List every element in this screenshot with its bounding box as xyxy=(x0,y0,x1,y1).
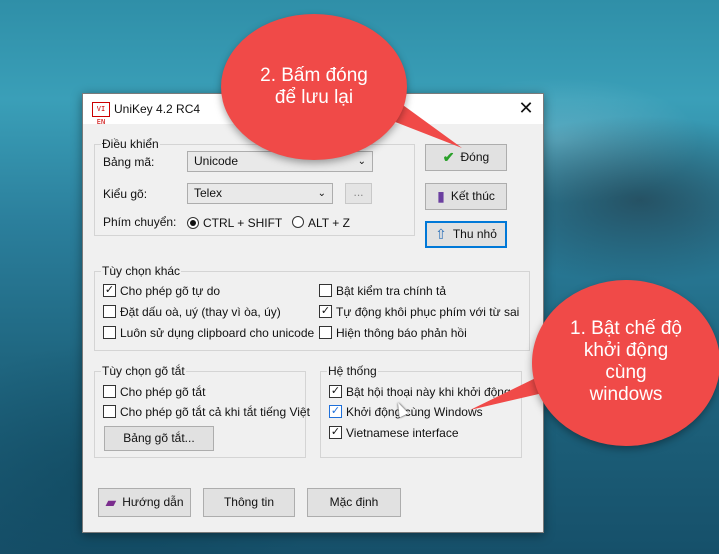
callout-startup-hint: 1. Bật chế độ khởi động cùng windows xyxy=(532,280,719,446)
callout-close-hint: 2. Bấm đóng để lưu lại xyxy=(221,14,407,160)
callout-right-line-1: 1. Bật chế độ xyxy=(570,318,682,339)
callout-right-line-4: windows xyxy=(589,384,663,405)
callout-top-line-2: để lưu lại xyxy=(274,87,354,108)
callout-right-line-2: khởi động xyxy=(583,340,669,361)
callout-right-line-3: cùng xyxy=(605,362,647,383)
callout-top-line-1: 2. Bấm đóng xyxy=(260,65,368,86)
